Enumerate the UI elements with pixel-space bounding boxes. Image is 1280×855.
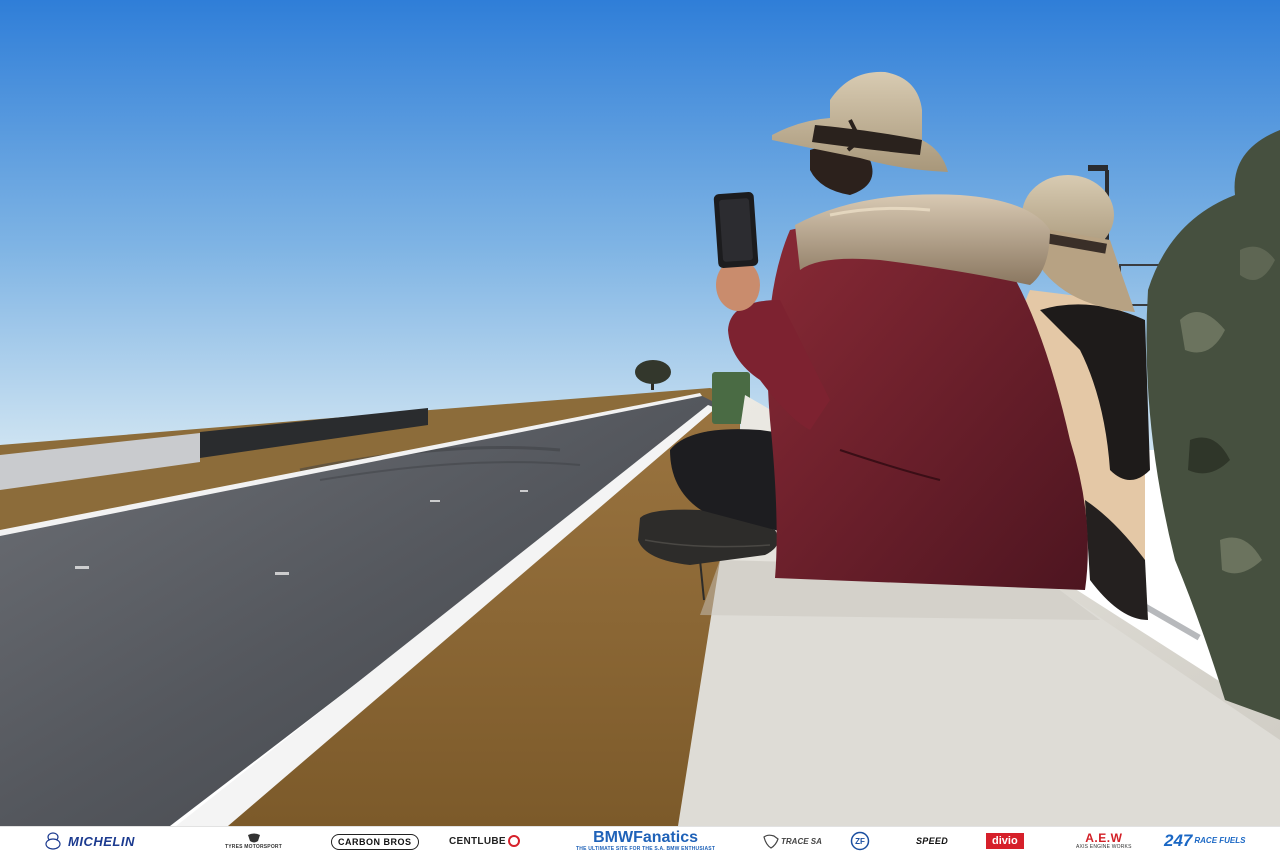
bmw-fanatics-tagline: THE ULTIMATE SITE FOR THE S.A. BMW ENTHU… <box>576 846 716 852</box>
tyres-text: TYRES MOTORSPORT <box>225 844 283 850</box>
speed-text: SPEED <box>916 836 949 846</box>
michelin-man-icon <box>45 832 61 850</box>
trace-text: TRACE SA <box>781 836 822 846</box>
race-fuels-number: 247 <box>1164 831 1193 850</box>
aew-text: A.E.W <box>1085 831 1123 845</box>
carbon-text: CARBON BROS <box>338 837 412 847</box>
centlube-logo: CENTLUBE <box>449 827 520 855</box>
centlube-text: CENTLUBE <box>449 835 506 847</box>
africa-map-icon <box>763 834 779 849</box>
michelin-text: MICHELIN <box>68 833 135 849</box>
aew-logo: A.E.W AXIS ENGINE WORKS <box>1076 827 1132 855</box>
carbon-logo: CARBON BROS <box>331 834 419 850</box>
zf-text: ZF <box>855 836 865 846</box>
bmw-fanatics-text: BMWFanatics <box>593 829 698 846</box>
zf-logo: ZF <box>850 827 870 855</box>
drop-icon <box>507 835 520 847</box>
divio-text: divio <box>986 833 1024 849</box>
race-fuels-text: RACE FUELS <box>1194 836 1246 845</box>
speed-logo: SPEED <box>916 827 948 855</box>
tyres-logo: TYRES MOTORSPORT <box>225 827 282 855</box>
trace-logo: TRACE SA <box>762 827 822 855</box>
race-fuels-logo: 247 RACE FUELS <box>1164 827 1246 855</box>
sponsor-bar: MICHELIN TYRES MOTORSPORT CARBON BROS CE… <box>0 826 1280 855</box>
photo-scene <box>0 0 1280 826</box>
bmw-fanatics-logo: BMWFanatics THE ULTIMATE SITE FOR THE S.… <box>576 827 715 855</box>
michelin-logo: MICHELIN <box>42 827 135 855</box>
aew-tagline: AXIS ENGINE WORKS <box>1076 844 1132 850</box>
divio-logo: divio <box>986 827 1024 855</box>
bull-icon <box>247 833 260 843</box>
